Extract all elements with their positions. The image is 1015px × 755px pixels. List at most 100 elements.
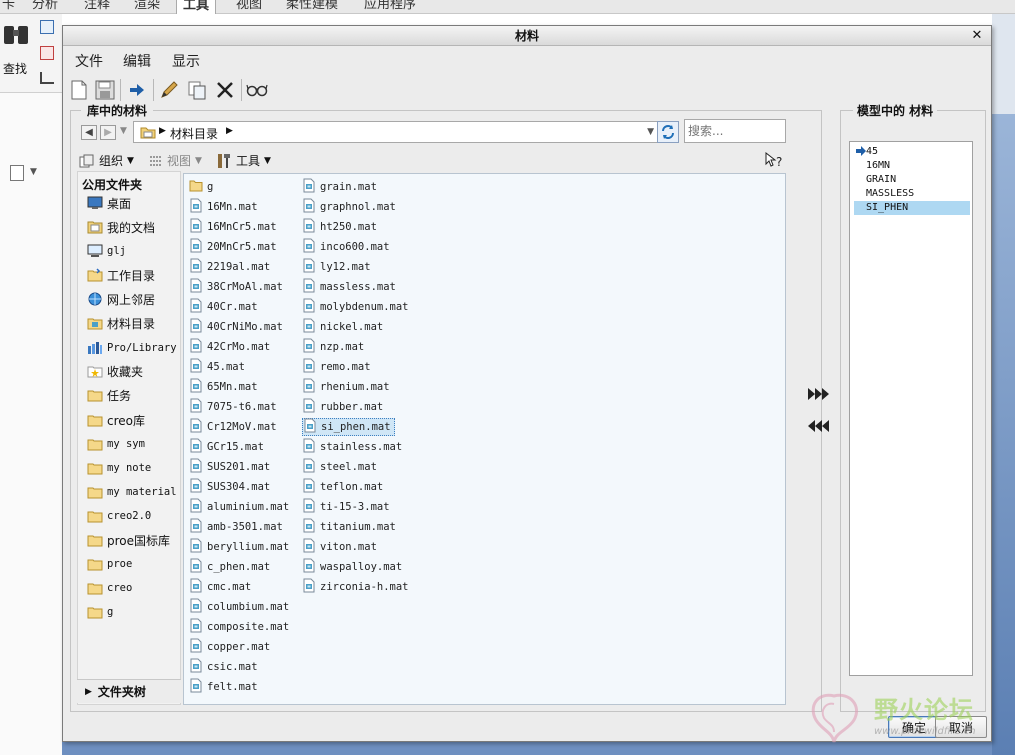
ribbon-tab[interactable]: 注释 xyxy=(78,0,116,14)
sidebar-item[interactable]: 网上邻居 xyxy=(87,289,155,309)
add-to-model-icon[interactable] xyxy=(807,386,831,402)
material-file[interactable]: 38CrMoAl.mat xyxy=(189,278,286,296)
material-file[interactable]: zirconia-h.mat xyxy=(302,578,412,596)
find-label[interactable]: 查找 xyxy=(3,60,27,77)
material-file[interactable]: Cr12MoV.mat xyxy=(189,418,280,436)
close-icon[interactable]: ✕ xyxy=(969,27,985,45)
menu-display[interactable]: 显示 xyxy=(172,51,200,71)
ribbon-tab[interactable]: 渲染 xyxy=(128,0,166,14)
binoculars-icon[interactable] xyxy=(2,22,32,48)
sidebar-item[interactable]: my note xyxy=(87,458,151,478)
material-file[interactable]: steel.mat xyxy=(302,458,380,476)
new-file-icon[interactable] xyxy=(67,77,91,103)
ribbon-tab[interactable]: 视图 xyxy=(230,0,268,14)
material-file[interactable]: teflon.mat xyxy=(302,478,386,496)
chevron-down-icon[interactable]: ▼ xyxy=(30,167,37,177)
sidebar-item[interactable]: creo库 xyxy=(87,410,145,430)
material-file[interactable]: inco600.mat xyxy=(302,238,393,256)
material-file[interactable]: 7075-t6.mat xyxy=(189,398,280,416)
material-file[interactable]: 2219al.mat xyxy=(189,258,273,276)
arrow-right-icon[interactable] xyxy=(125,77,149,103)
material-file[interactable]: rhenium.mat xyxy=(302,378,393,396)
dialog-titlebar[interactable]: 材料 ✕ xyxy=(63,26,991,46)
sidebar-item[interactable]: Pro/Library xyxy=(87,338,177,358)
ribbon-small-icon[interactable] xyxy=(40,46,54,60)
sidebar-item[interactable]: 工作目录 xyxy=(87,265,155,285)
view-menu[interactable]: 视图 ▼ xyxy=(149,152,202,169)
sidebar-item[interactable]: 材料目录 xyxy=(87,313,155,333)
material-file[interactable]: 45.mat xyxy=(189,358,248,376)
path-chevron-icon[interactable]: ▶ xyxy=(159,126,166,136)
sidebar-item[interactable]: 桌面 xyxy=(87,193,131,213)
material-file[interactable]: nzp.mat xyxy=(302,338,367,356)
file-list[interactable]: g 16Mn.mat 16MnCr5.mat 20MnCr5.mat 2219al.ma… xyxy=(183,173,786,705)
material-file[interactable]: massless.mat xyxy=(302,278,399,296)
model-materials-list[interactable]: 45 16MN GRAIN MASSLESS SI_PHEN xyxy=(849,141,973,676)
delete-icon[interactable] xyxy=(213,77,237,103)
help-cursor-icon[interactable]: ? xyxy=(764,152,786,168)
material-file[interactable]: 20MnCr5.mat xyxy=(189,238,280,256)
material-file[interactable]: SUS304.mat xyxy=(189,478,273,496)
material-file[interactable]: aluminium.mat xyxy=(189,498,292,516)
model-material-item[interactable]: 45 xyxy=(854,145,970,159)
material-file[interactable]: 40CrNiMo.mat xyxy=(189,318,286,336)
material-file[interactable]: SUS201.mat xyxy=(189,458,273,476)
folder-tree-toggle[interactable]: ▶ 文件夹树 xyxy=(77,679,181,703)
material-file[interactable]: titanium.mat xyxy=(302,518,399,536)
material-file[interactable]: remo.mat xyxy=(302,358,374,376)
menu-file[interactable]: 文件 xyxy=(75,51,103,71)
organize-menu[interactable]: 组织 ▼ xyxy=(79,152,134,169)
material-file[interactable]: beryllium.mat xyxy=(189,538,292,556)
material-file[interactable]: grain.mat xyxy=(302,178,380,196)
material-file[interactable]: graphnol.mat xyxy=(302,198,399,216)
sidebar-item[interactable]: creo2.0 xyxy=(87,506,151,526)
material-file[interactable]: molybdenum.mat xyxy=(302,298,412,316)
ribbon-small-icon[interactable] xyxy=(40,72,54,84)
material-file[interactable]: columbium.mat xyxy=(189,598,292,616)
material-file[interactable]: waspalloy.mat xyxy=(302,558,405,576)
material-file[interactable]: 16Mn.mat xyxy=(189,198,261,216)
path-bar[interactable]: ▶ 材料目录 ▶ ▼ xyxy=(133,121,659,143)
material-file[interactable]: ht250.mat xyxy=(302,218,380,236)
tools-menu[interactable]: 工具 ▼ xyxy=(216,152,271,169)
material-file[interactable]: 65Mn.mat xyxy=(189,378,261,396)
material-file[interactable]: copper.mat xyxy=(189,638,273,656)
material-file[interactable]: 40Cr.mat xyxy=(189,298,261,316)
path-segment[interactable]: 材料目录 xyxy=(170,125,218,142)
menu-edit[interactable]: 编辑 xyxy=(123,51,151,71)
material-file[interactable]: viton.mat xyxy=(302,538,380,556)
sidebar-item[interactable]: my sym xyxy=(87,434,145,454)
material-file[interactable]: amb-3501.mat xyxy=(189,518,286,536)
material-file[interactable]: si_phen.mat xyxy=(302,418,395,436)
material-file[interactable]: nickel.mat xyxy=(302,318,386,336)
material-file[interactable]: 42CrMo.mat xyxy=(189,338,273,356)
ok-button[interactable]: 确定 xyxy=(888,716,940,738)
ribbon-tab[interactable]: 卡 xyxy=(0,0,21,14)
sidebar-item[interactable]: proe国标库 xyxy=(87,530,170,550)
ribbon-tab[interactable]: 柔性建模 xyxy=(280,0,344,14)
ribbon-tab-active[interactable]: 工具 xyxy=(176,0,217,14)
cancel-button[interactable]: 取消 xyxy=(935,716,987,738)
sidebar-item[interactable]: g xyxy=(87,602,113,622)
material-file[interactable]: ly12.mat xyxy=(302,258,374,276)
material-file[interactable]: rubber.mat xyxy=(302,398,386,416)
search-input[interactable] xyxy=(684,119,786,143)
ribbon-small-icon[interactable] xyxy=(40,20,54,34)
back-button[interactable]: ◀ xyxy=(81,125,97,140)
model-material-item[interactable]: MASSLESS xyxy=(854,187,970,201)
copy-icon[interactable] xyxy=(185,77,209,103)
material-file[interactable]: felt.mat xyxy=(189,678,261,696)
save-icon[interactable] xyxy=(93,77,117,103)
sidebar-item[interactable]: proe xyxy=(87,554,132,574)
folder-item[interactable]: g xyxy=(189,178,216,196)
model-material-item[interactable]: SI_PHEN xyxy=(854,201,970,215)
model-material-item[interactable]: GRAIN xyxy=(854,173,970,187)
material-file[interactable]: GCr15.mat xyxy=(189,438,267,456)
history-dropdown-icon[interactable]: ▼ xyxy=(120,126,127,136)
ribbon-tab[interactable]: 应用程序 xyxy=(358,0,422,14)
path-chevron-icon[interactable]: ▶ xyxy=(226,126,233,136)
sidebar-item[interactable]: 收藏夹 xyxy=(87,361,143,381)
forward-button[interactable]: ▶ xyxy=(100,125,116,140)
sidebar-item[interactable]: 任务 xyxy=(87,385,131,405)
model-material-item[interactable]: 16MN xyxy=(854,159,970,173)
